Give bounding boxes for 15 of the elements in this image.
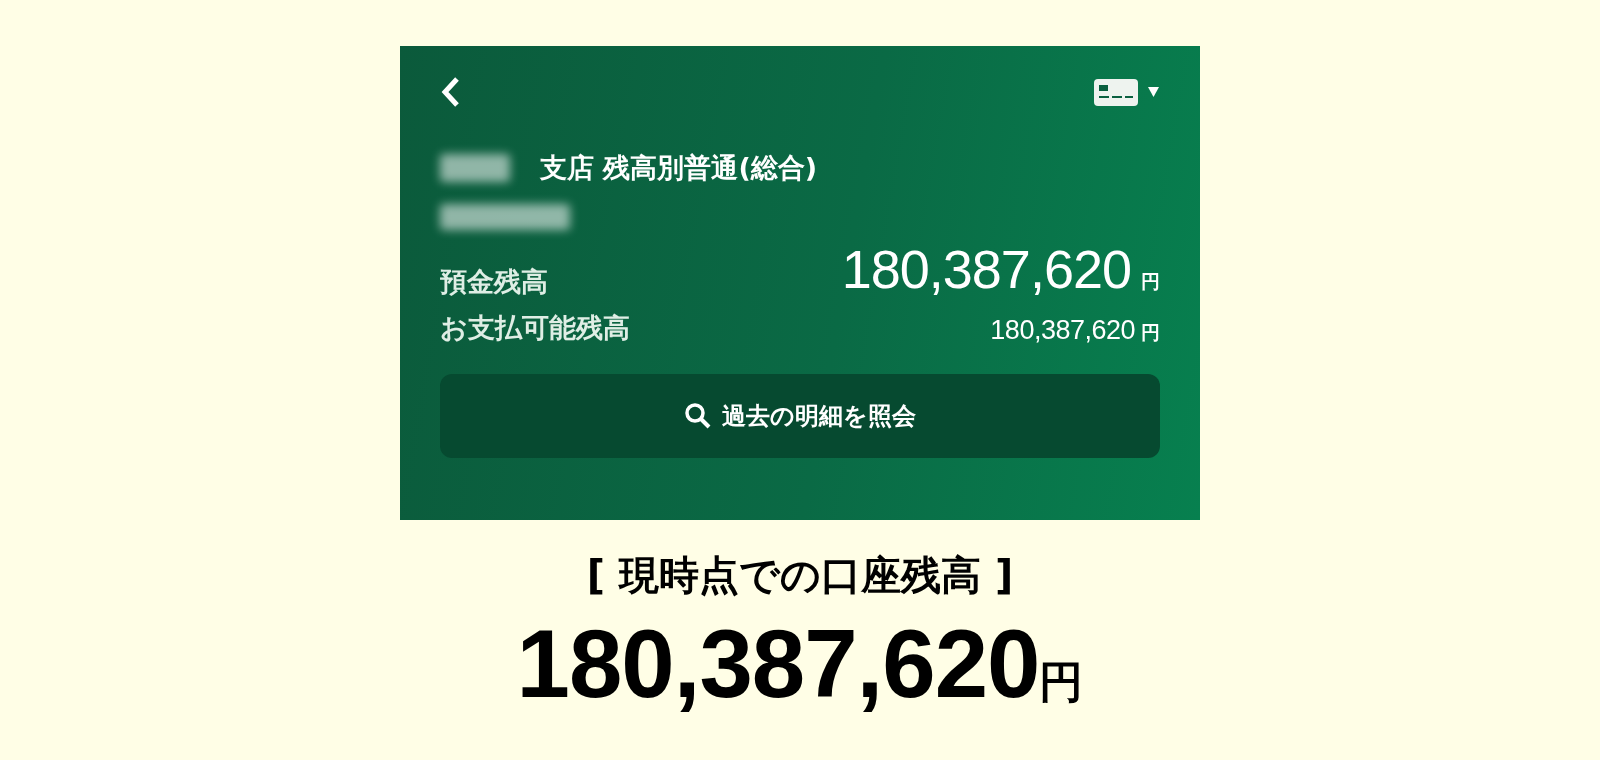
balance-amount: 180,387,620: [841, 239, 1131, 299]
back-icon[interactable]: [440, 76, 462, 108]
card-icon[interactable]: [1094, 78, 1160, 106]
search-icon: [684, 402, 712, 430]
redacted-mark: [440, 154, 510, 182]
history-button[interactable]: 過去の明細を照会: [440, 374, 1160, 458]
balance-amount: 180,387,620: [990, 315, 1135, 345]
balance-label: 預金残高: [440, 265, 548, 299]
balance-label: お支払可能残高: [440, 311, 630, 345]
currency-unit: 円: [1141, 270, 1160, 292]
currency-unit: 円: [1141, 321, 1160, 343]
account-title: 支店 残高別普通(総合): [540, 151, 818, 185]
summary-amount: 180,387,620: [516, 609, 1040, 719]
summary-caption: [ 現時点での口座残高 ]: [586, 551, 1014, 600]
currency-unit: 円: [1039, 655, 1084, 709]
